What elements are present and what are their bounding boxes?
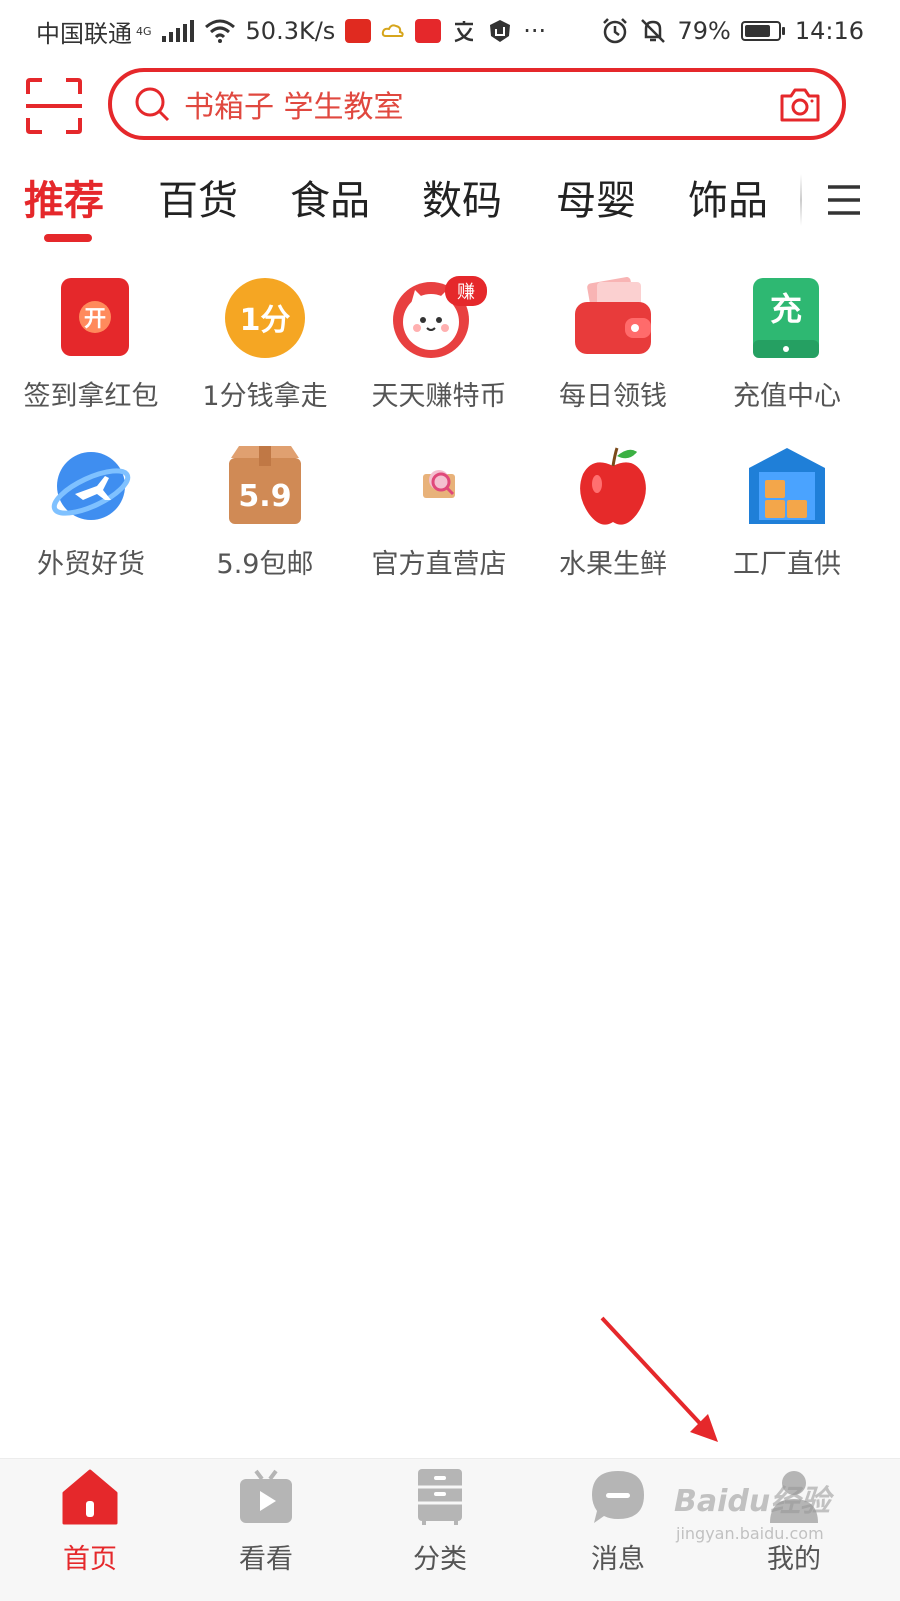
grid-item-one-cent[interactable]: 1分 1分钱拿走 [178, 276, 352, 413]
grid-item-label: 5.9包邮 [216, 549, 314, 580]
watermark-url: jingyan.baidu.com [676, 1524, 824, 1543]
status-bar: 中国联通 4G 50.3K/s ··· 79% 14:16 [0, 0, 900, 62]
menu-icon[interactable] [826, 182, 862, 218]
status-left: 中国联通 4G 50.3K/s ··· [36, 14, 546, 49]
tab-food[interactable]: 食品 [290, 168, 370, 238]
envelope-glyph: 开 [84, 307, 106, 332]
grid-item-label: 工厂直供 [733, 549, 841, 580]
wifi-icon [204, 19, 235, 43]
globe-plane-icon [49, 444, 133, 528]
camera-icon[interactable] [778, 84, 822, 124]
grid-item-fresh-fruit[interactable]: 水果生鲜 [526, 444, 700, 581]
search-row: 书箱子 学生教室 [0, 64, 900, 148]
tab-general-goods[interactable]: 百货 [158, 168, 238, 238]
parcel-glyph: 5.9 [238, 479, 291, 514]
category-tabs: 推荐 百货 食品 数码 母婴 饰品 [0, 168, 900, 248]
grid-item-recharge-center[interactable]: 充 充值中心 [700, 276, 874, 413]
shield-hand-icon [490, 20, 511, 42]
grid-item-label: 天天赚特币 [371, 381, 507, 412]
recharge-glyph: 充 [770, 290, 802, 328]
status-right: 79% 14:16 [601, 17, 864, 45]
grid-item-daily-earn-coins[interactable]: 赚 天天赚特币 [352, 276, 526, 413]
grid-item-foreign-trade[interactable]: 外贸好货 [4, 444, 178, 581]
grid-item-label: 水果生鲜 [559, 549, 667, 580]
factory-icon [745, 444, 829, 528]
active-tab-indicator [44, 234, 92, 242]
carrier-name: 中国联通 [36, 19, 132, 48]
nav-item-category[interactable]: 分类 [352, 1459, 528, 1576]
tab-maternity[interactable]: 母婴 [556, 168, 636, 238]
more-notifications: ··· [523, 17, 547, 45]
network-type: 4G [136, 24, 152, 38]
parcel-box-icon: 5.9 [223, 444, 307, 528]
grid-item-label: 充值中心 [733, 381, 841, 412]
search-box[interactable]: 书箱子 学生教室 [108, 68, 846, 140]
video-tv-icon [240, 1469, 292, 1523]
grid-item-label: 外贸好货 [37, 549, 145, 580]
grid-item-label: 官方直营店 [371, 549, 507, 580]
cloud-icon [382, 24, 404, 37]
clock: 14:16 [794, 17, 864, 45]
tab-recommend[interactable]: 推荐 [24, 168, 104, 238]
nav-label: 看看 [239, 1544, 293, 1575]
nav-label: 首页 [63, 1544, 117, 1575]
nav-label: 分类 [413, 1544, 467, 1575]
home-icon [62, 1469, 118, 1525]
apple-icon [571, 444, 655, 528]
grid-item-free-shipping[interactable]: 5.9 5.9包邮 [178, 444, 352, 581]
tab-divider [800, 174, 802, 226]
scan-icon[interactable] [24, 76, 84, 136]
bell-muted-icon [641, 19, 666, 43]
message-bubble-icon [592, 1471, 644, 1523]
nav-item-home[interactable]: 首页 [2, 1459, 178, 1576]
grid-item-label: 每日领钱 [559, 381, 667, 412]
tejia-app-icon [345, 19, 372, 43]
one-cent-coin-icon: 1分 [223, 276, 307, 360]
tab-digital[interactable]: 数码 [422, 168, 502, 238]
annotation-arrow [600, 1316, 718, 1442]
battery-icon [740, 21, 785, 41]
network-speed: 50.3K/s [245, 17, 336, 45]
news-app-icon [415, 19, 442, 43]
grid-item-daily-cash[interactable]: 每日领钱 [526, 276, 700, 413]
red-envelope-open-icon: 开 [49, 276, 133, 360]
phone-recharge-icon: 充 [745, 276, 829, 360]
grid-item-sign-in-red-envelope[interactable]: 开 签到拿红包 [4, 276, 178, 413]
grid-item-official-store[interactable]: 官方直营店 [352, 444, 526, 581]
category-cabinet-icon [418, 1469, 462, 1525]
battery-percent: 79% [677, 17, 731, 45]
grid-item-factory-direct[interactable]: 工厂直供 [700, 444, 874, 581]
translate-icon [454, 21, 474, 43]
tab-accessories[interactable]: 饰品 [688, 168, 768, 238]
coin-glyph: 1分 [240, 303, 291, 338]
official-store-icon [397, 444, 481, 528]
cat-earn-icon: 赚 [393, 276, 487, 360]
wallet-icon [571, 276, 655, 360]
nav-item-watch[interactable]: 看看 [178, 1459, 354, 1576]
search-icon [135, 87, 170, 122]
earn-badge: 赚 [457, 282, 475, 303]
grid-item-label: 签到拿红包 [23, 381, 159, 412]
baidu-jingyan-watermark: Baidu经验 [674, 1484, 831, 1519]
search-input[interactable]: 书箱子 学生教室 [184, 82, 778, 126]
grid-item-label: 1分钱拿走 [202, 381, 328, 412]
alarm-icon [603, 18, 628, 44]
signal-icon [161, 20, 194, 42]
